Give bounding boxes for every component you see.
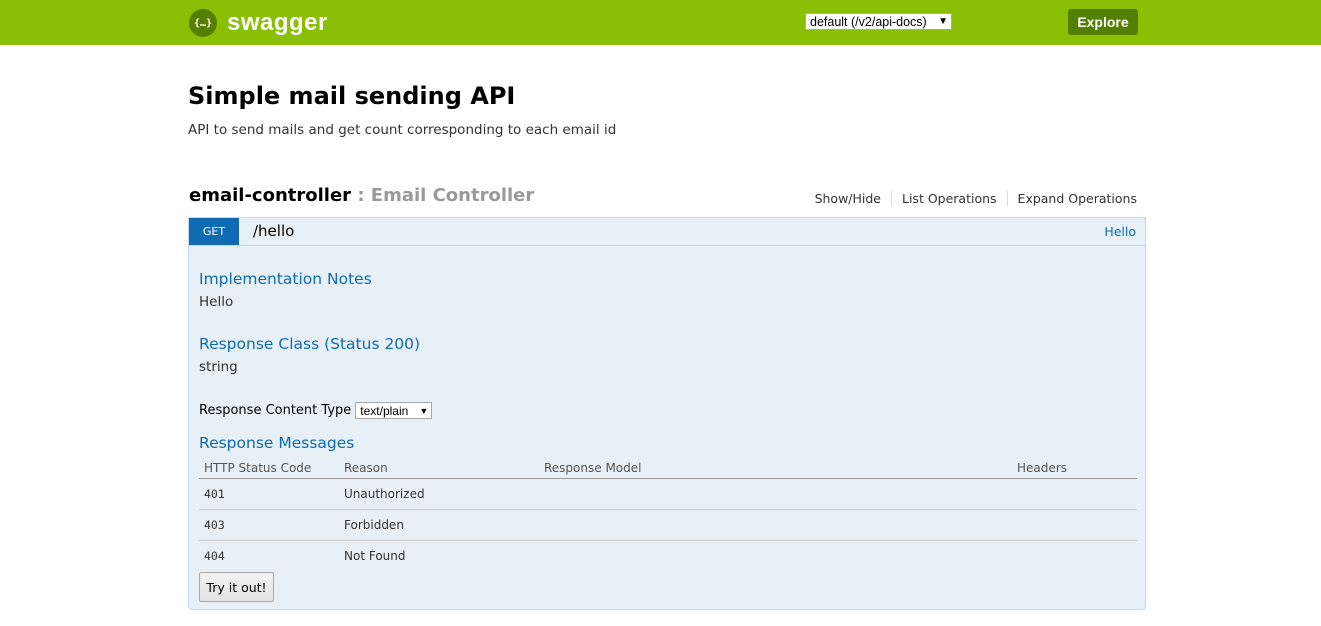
response-content-type-label: Response Content Type	[199, 403, 352, 418]
col-http-status-code: HTTP Status Code	[199, 458, 339, 479]
response-class-title: Response Class (Status 200)	[199, 335, 421, 353]
operation-heading[interactable]: GET /hello Hello	[189, 218, 1145, 246]
table-header-row: HTTP Status Code Reason Response Model H…	[199, 458, 1137, 479]
col-headers: Headers	[1012, 458, 1137, 479]
headers-cell	[1012, 509, 1137, 541]
operation-summary[interactable]: Hello	[1104, 224, 1136, 239]
spec-selector[interactable]: default (/v2/api-docs) ▼	[805, 13, 952, 30]
table-row: 401 Unauthorized	[199, 478, 1137, 510]
table-row: 404 Not Found	[199, 541, 1137, 572]
expand-operations-link[interactable]: Expand Operations	[1008, 191, 1137, 206]
response-messages-table: HTTP Status Code Reason Response Model H…	[199, 458, 1137, 571]
try-it-out-button[interactable]: Try it out!	[199, 572, 274, 602]
resource-separator: :	[351, 185, 371, 206]
response-content-type-select[interactable]: text/plain ▼	[355, 402, 433, 419]
show-hide-link[interactable]: Show/Hide	[805, 191, 892, 206]
response-content-type-row: Response Content Type text/plain ▼	[199, 402, 433, 419]
swagger-logo-icon: {…}	[189, 9, 217, 37]
swagger-logo[interactable]: {…} swagger	[189, 8, 328, 38]
logo-text: swagger	[227, 9, 328, 36]
response-messages-title: Response Messages	[199, 434, 355, 452]
resource-heading[interactable]: email-controller : Email Controller	[189, 185, 534, 206]
api-description: API to send mails and get count correspo…	[188, 122, 617, 138]
operation-panel: GET /hello Hello Implementation Notes He…	[188, 217, 1146, 610]
operation-path[interactable]: /hello	[253, 222, 294, 240]
response-content-type-value: text/plain	[360, 403, 409, 418]
response-class-value: string	[199, 359, 238, 375]
api-title: Simple mail sending API	[188, 82, 516, 110]
resource-links: Show/Hide List Operations Expand Operati…	[805, 191, 1137, 206]
resource-description: Email Controller	[370, 185, 535, 206]
resource-name[interactable]: email-controller	[189, 185, 351, 206]
explore-button[interactable]: Explore	[1068, 9, 1138, 35]
status-code-cell: 404	[204, 549, 225, 563]
response-model-cell	[539, 478, 1012, 510]
dropdown-arrow-icon: ▼	[938, 16, 948, 27]
top-bar: {…} swagger default (/v2/api-docs) ▼ Exp…	[0, 0, 1321, 45]
reason-cell: Unauthorized	[339, 478, 539, 510]
reason-cell: Not Found	[344, 549, 406, 563]
status-code-cell: 403	[199, 509, 339, 541]
dropdown-arrow-icon: ▼	[419, 405, 429, 416]
col-response-model: Response Model	[539, 458, 1012, 479]
list-operations-link[interactable]: List Operations	[892, 191, 1008, 206]
response-model-cell	[539, 509, 1012, 541]
col-reason: Reason	[339, 458, 539, 479]
spec-selector-value: default (/v2/api-docs)	[810, 14, 927, 29]
response-model-cell	[539, 541, 1012, 572]
method-badge[interactable]: GET	[189, 218, 239, 245]
implementation-notes-title: Implementation Notes	[199, 270, 372, 288]
table-row: 403 Forbidden	[199, 509, 1137, 541]
reason-cell: Forbidden	[339, 509, 539, 541]
implementation-notes-text: Hello	[199, 294, 234, 310]
headers-cell	[1012, 478, 1137, 510]
status-code-cell: 401	[199, 478, 339, 510]
headers-cell	[1012, 541, 1137, 572]
